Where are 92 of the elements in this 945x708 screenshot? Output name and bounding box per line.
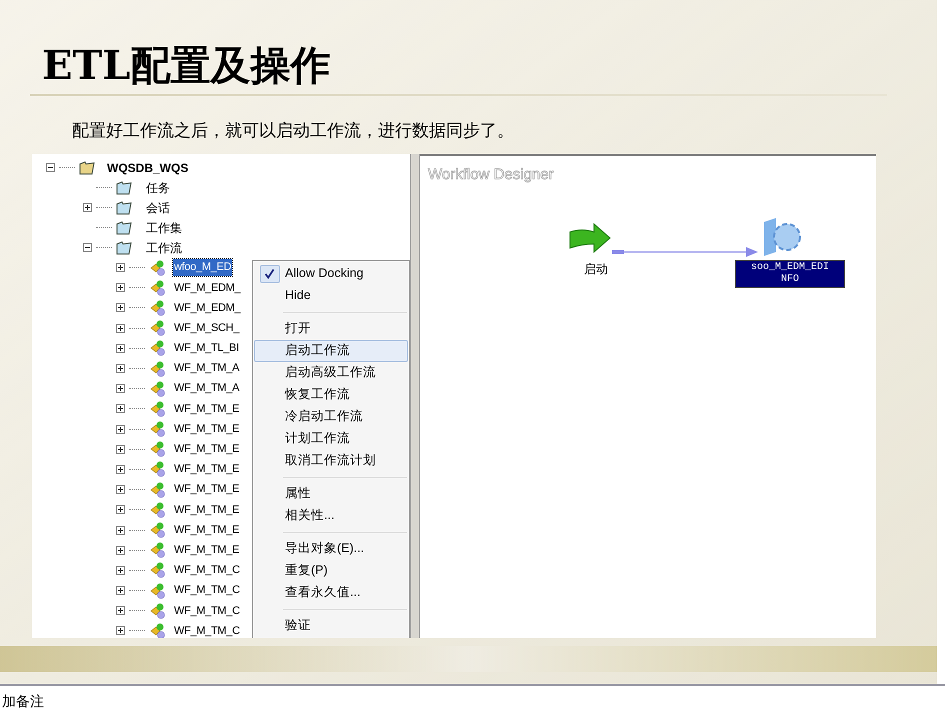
menu-item[interactable]: Allow Docking [254, 262, 408, 284]
expand-icon[interactable] [116, 546, 125, 555]
tree-item[interactable]: WF_M_EDM_ [173, 300, 242, 316]
expand-icon[interactable] [116, 505, 125, 514]
menu-item[interactable]: 属性 [254, 482, 408, 504]
workflow-icon [149, 278, 167, 297]
folder-icon [116, 240, 132, 254]
expand-icon[interactable] [116, 606, 125, 616]
expand-icon[interactable] [116, 424, 125, 434]
tree-item[interactable]: WF_M_TM_E [173, 481, 240, 498]
workflow-icon [149, 622, 167, 638]
expand-icon[interactable] [116, 384, 125, 394]
menu-item[interactable]: 重复(P) [254, 560, 408, 582]
folder-icon [116, 200, 132, 214]
expand-icon[interactable] [116, 464, 125, 474]
start-label: 启动 [584, 260, 608, 278]
workflow-icon [149, 480, 167, 499]
expand-icon[interactable] [116, 404, 125, 414]
expand-icon[interactable] [116, 283, 125, 292]
workflow-icon [149, 440, 167, 458]
workflow-icon [149, 258, 167, 277]
expand-icon[interactable] [116, 526, 125, 535]
menu-item[interactable]: 冷启动工作流 [254, 406, 408, 428]
tree-item[interactable]: WF_M_TM_E [173, 441, 240, 458]
menu-item[interactable]: 相关性... [254, 504, 408, 526]
menu-item[interactable]: Hide [254, 284, 408, 306]
tree-item[interactable]: WF_M_TM_E [173, 542, 240, 558]
slide-title: ETL配置及操作 [42, 41, 330, 91]
workflow-icon [149, 500, 167, 519]
tree-item[interactable]: 工作集 [146, 218, 182, 236]
expand-icon[interactable] [116, 586, 125, 596]
designer-title: Workflow Designer [428, 164, 554, 184]
menu-item[interactable]: 取消工作流计划 [254, 450, 408, 472]
expand-icon[interactable] [116, 364, 125, 374]
tree-item[interactable]: 任务 [146, 178, 170, 196]
folder-icon [79, 160, 95, 174]
expand-icon[interactable] [116, 566, 125, 575]
tree-item[interactable]: wfoo_M_ED [173, 259, 232, 276]
menu-item[interactable]: 验证 [254, 614, 408, 636]
tree-item[interactable]: WF_M_TM_C [173, 562, 241, 579]
checkmark-icon [260, 264, 280, 282]
workflow-icon [149, 420, 167, 438]
expand-icon[interactable] [116, 485, 125, 494]
tree-item[interactable]: WF_M_TM_E [173, 420, 240, 438]
workflow-icon [149, 319, 167, 338]
tree-item[interactable]: WF_M_TL_BI [173, 340, 240, 357]
tree-item[interactable]: WF_M_TM_E [173, 400, 240, 418]
task-label: soo_M_EDM_EDI NFO [735, 260, 845, 288]
expand-icon[interactable] [83, 203, 92, 212]
workflow-icon [149, 460, 167, 478]
menu-item[interactable]: 打开 [254, 318, 408, 340]
workflow-icon [149, 298, 167, 317]
menu-item[interactable]: 导出对象(E)... [254, 538, 408, 560]
tree-item[interactable]: WF_M_TM_C [173, 582, 241, 599]
workflow-icon [149, 380, 167, 398]
tree-item[interactable]: WF_M_TM_E [173, 522, 240, 538]
folder-icon [116, 220, 132, 234]
workflow-icon [149, 360, 167, 378]
collapse-icon[interactable] [46, 163, 55, 172]
tree-item[interactable]: WF_M_TM_A [173, 360, 240, 377]
folder-icon [116, 180, 132, 194]
workflow-icon [149, 602, 167, 620]
slide-subtitle: 配置好工作流之后，就可以启动工作流，进行数据同步了。 [72, 120, 514, 142]
expand-icon[interactable] [116, 324, 125, 333]
tree-item[interactable]: WF_M_TM_C [173, 622, 241, 638]
tree-item[interactable]: 工作流 [146, 238, 182, 256]
tree-item[interactable]: WF_M_TM_A [173, 380, 240, 397]
expand-icon[interactable] [116, 626, 125, 636]
menu-item[interactable]: 恢复工作流 [254, 384, 408, 406]
menu-item[interactable]: 启动高级工作流 [254, 362, 408, 384]
tree-item[interactable]: WF_M_TM_C [173, 602, 241, 620]
tree-item[interactable]: WF_M_TM_E [173, 502, 240, 518]
workflow-icon [149, 339, 167, 358]
tree-item[interactable]: 会话 [146, 198, 170, 216]
workflow-icon [149, 561, 167, 580]
menu-item[interactable]: 查看永久值... [254, 582, 408, 604]
workflow-icon [149, 521, 167, 540]
collapse-icon[interactable] [83, 243, 92, 252]
start-arrow-icon [568, 222, 612, 254]
expand-icon[interactable] [116, 303, 125, 312]
expand-icon[interactable] [116, 444, 125, 454]
menu-item[interactable]: 计划工作流 [254, 428, 408, 450]
workflow-icon [149, 541, 167, 560]
menu-item[interactable]: 启动工作流 [254, 340, 408, 362]
tree-item[interactable]: WF_M_EDM_ [173, 280, 242, 296]
tree-item[interactable]: WF_M_SCH_ [173, 320, 240, 336]
expand-icon[interactable] [116, 344, 125, 353]
expand-icon[interactable] [116, 263, 125, 272]
workflow-icon [149, 582, 167, 600]
workflow-icon [149, 400, 167, 418]
tree-item[interactable]: WQSDB_WQS [107, 158, 188, 176]
tree-item[interactable]: WF_M_TM_E [173, 461, 240, 478]
